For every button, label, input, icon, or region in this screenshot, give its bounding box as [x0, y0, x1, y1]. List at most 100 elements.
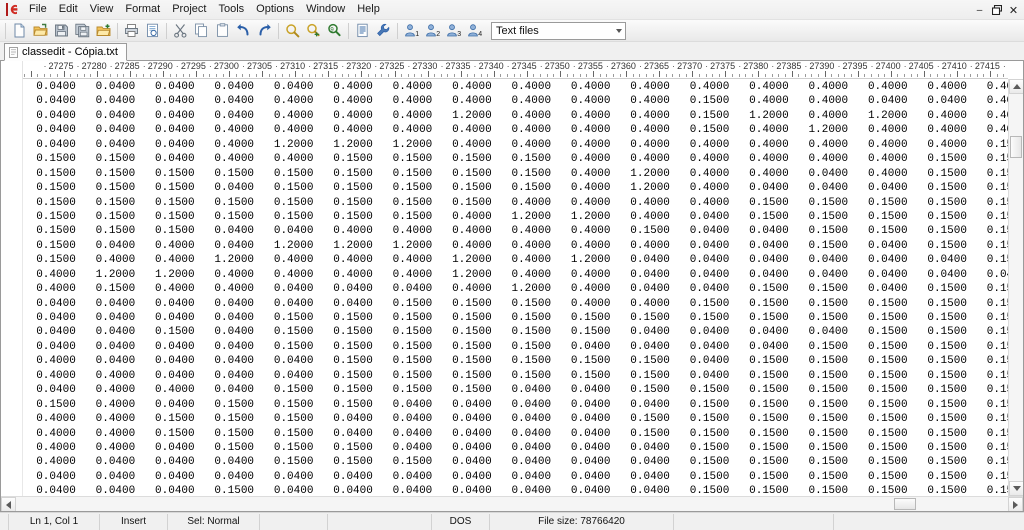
- ruler-tick: [996, 74, 998, 77]
- horizontal-scroll-track[interactable]: [16, 497, 1008, 511]
- ruler-tick: [904, 74, 906, 77]
- ruler-tick: [110, 74, 112, 77]
- scroll-down-arrow-icon[interactable]: [1009, 481, 1023, 496]
- menu-tools[interactable]: Tools: [212, 1, 250, 19]
- scroll-up-arrow-icon[interactable]: [1009, 79, 1023, 94]
- clipboard-icon[interactable]: [212, 21, 233, 41]
- ruler-tick: [262, 71, 264, 77]
- ruler-dot: ·: [638, 61, 642, 71]
- ruler-tick: [129, 71, 131, 77]
- ruler-tick: [672, 74, 674, 77]
- ruler-tick: [857, 71, 859, 77]
- magnifier-files-icon[interactable]: 9: [324, 21, 345, 41]
- column-ruler[interactable]: 27275 · 27280 · 27285 · 27290 · 27295 · 27300 · 2730…: [23, 61, 1008, 79]
- ruler-tick: [910, 74, 912, 77]
- horizontal-scrollbar[interactable]: [1, 496, 1023, 511]
- menu-format[interactable]: Format: [119, 1, 166, 19]
- scroll-left-arrow-icon[interactable]: [1, 497, 16, 511]
- ruler-tick: [394, 71, 396, 77]
- chevron-down-icon[interactable]: [616, 28, 622, 33]
- ruler-scroll-pad: [1008, 61, 1023, 79]
- ruler-tick: [712, 74, 714, 77]
- ruler-tick: [37, 74, 39, 77]
- menu-help[interactable]: Help: [351, 1, 386, 19]
- vertical-scrollbar[interactable]: [1008, 79, 1023, 496]
- copy-pages-icon[interactable]: [191, 21, 212, 41]
- floppy-disk-icon[interactable]: [51, 21, 72, 41]
- ruler-tick: [645, 74, 647, 77]
- toolbar-separator-1: [117, 22, 118, 39]
- document-lines-icon[interactable]: [352, 21, 373, 41]
- ruler-label: 27410: [941, 61, 967, 71]
- ruler-tick: [96, 71, 98, 77]
- close-icon[interactable]: ✕: [1005, 2, 1022, 18]
- scroll-right-arrow-icon[interactable]: [1008, 497, 1023, 511]
- magnifier-icon[interactable]: [282, 21, 303, 41]
- wrench-icon[interactable]: [373, 21, 394, 41]
- ruler-tick: [784, 74, 786, 77]
- restore-icon[interactable]: [988, 2, 1005, 18]
- menu-view[interactable]: View: [84, 1, 120, 19]
- toolbar-separator-2: [166, 22, 167, 39]
- horizontal-scroll-thumb[interactable]: [894, 498, 916, 510]
- ruler-tick: [487, 74, 489, 77]
- user-tool-1-icon[interactable]: 1: [401, 21, 422, 41]
- ruler-tick: [116, 74, 118, 77]
- save-all-icon[interactable]: [72, 21, 93, 41]
- ruler-label: 27370: [677, 61, 703, 71]
- open-folder-icon[interactable]: [30, 21, 51, 41]
- undo-arrow-icon[interactable]: [233, 21, 254, 41]
- magnifier-replace-icon[interactable]: [303, 21, 324, 41]
- user-tool-3-icon[interactable]: 3: [443, 21, 464, 41]
- redo-arrow-icon[interactable]: [254, 21, 275, 41]
- menu-project[interactable]: Project: [166, 1, 212, 19]
- ruler-label: 27295: [180, 61, 206, 71]
- ruler-label: 27345: [511, 61, 537, 71]
- ruler-dot: ·: [43, 61, 47, 71]
- ruler-tick: [870, 74, 872, 77]
- menu-window[interactable]: Window: [300, 1, 351, 19]
- ruler-tick: [493, 71, 495, 77]
- menu-options[interactable]: Options: [250, 1, 300, 19]
- editor-line: 0.0400 0.0400 0.0400 0.1500 0.0400 0.040…: [23, 485, 1008, 496]
- print-preview-icon[interactable]: [142, 21, 163, 41]
- text-editor-canvas[interactable]: 0.0400 0.0400 0.0400 0.0400 0.0400 0.400…: [23, 79, 1008, 496]
- ruler-tick: [520, 74, 522, 77]
- ruler-tick: [573, 74, 575, 77]
- menu-edit[interactable]: Edit: [53, 1, 84, 19]
- folder-plus-icon[interactable]: [93, 21, 114, 41]
- ruler-tick: [447, 74, 449, 77]
- ruler-tick: [818, 74, 819, 77]
- toolbar-separator-4: [348, 22, 349, 39]
- vertical-scroll-thumb[interactable]: [1010, 136, 1022, 158]
- tab-classedit-copia[interactable]: classedit - Cópia.txt: [4, 43, 127, 61]
- scissors-icon[interactable]: [170, 21, 191, 41]
- ruler-tick: [612, 74, 614, 77]
- ruler-label: 27300: [213, 61, 239, 71]
- ruler-tick: [851, 74, 853, 77]
- ruler-tick: [698, 74, 700, 77]
- ruler-tick: [90, 74, 92, 77]
- new-document-icon[interactable]: [9, 21, 30, 41]
- ruler-tick: [282, 74, 284, 77]
- toolbar-grip: [5, 22, 6, 39]
- status-spacer-3: [674, 513, 834, 530]
- ruler-tick: [268, 74, 270, 77]
- ruler-dot: ·: [870, 61, 874, 71]
- ruler-tick: [593, 71, 595, 77]
- user-tool-2-icon[interactable]: 2: [422, 21, 443, 41]
- ruler-dot: ·: [440, 61, 444, 71]
- line-gutter: [1, 79, 23, 496]
- ruler-tick: [798, 74, 800, 77]
- ruler-tick: [341, 74, 343, 77]
- file-type-combo[interactable]: Text files: [491, 21, 626, 40]
- user-tool-4-icon[interactable]: 4: [464, 21, 485, 41]
- window-controls: – ✕: [971, 0, 1022, 20]
- editor-line: 0.4000 0.4000 0.0400 0.1500 0.1500 0.150…: [23, 441, 1008, 454]
- vertical-scroll-track[interactable]: [1009, 94, 1023, 481]
- ruler-tick: [930, 74, 932, 77]
- printer-icon[interactable]: [121, 21, 142, 41]
- minimize-icon[interactable]: –: [971, 2, 988, 18]
- ruler-tick: [334, 74, 336, 77]
- menu-file[interactable]: File: [23, 1, 53, 19]
